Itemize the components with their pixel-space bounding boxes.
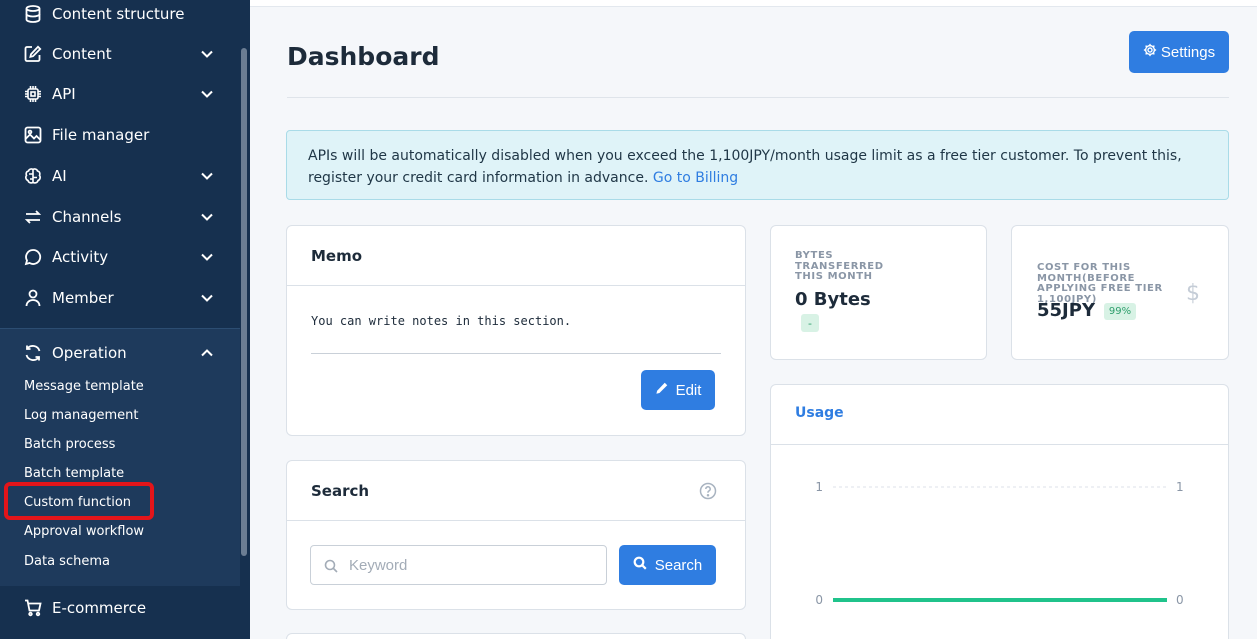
sidebar-operation-section: Operation Message template Log managemen… (0, 328, 240, 586)
sidebar-item-content-structure[interactable]: Content structure (0, 0, 240, 34)
refresh-icon (24, 344, 42, 362)
sidebar-subitem-log-management[interactable]: Log management (24, 408, 138, 423)
sidebar-item-label: E-commerce (52, 599, 147, 617)
y-tick-left-1: 1 (815, 480, 823, 494)
brain-icon (24, 167, 42, 185)
sidebar-item-label: Member (52, 289, 114, 307)
settings-button-label: Settings (1160, 43, 1216, 61)
cost-percent-badge: 99% (1104, 303, 1136, 320)
alert-text: APIs will be automatically disabled when… (308, 148, 1182, 186)
sidebar-bottom-nav: E-commerce (0, 586, 240, 639)
sidebar-item-content[interactable]: Content (0, 34, 240, 74)
chevron-down-icon (200, 47, 214, 61)
search-icon (324, 558, 338, 573)
search-button[interactable]: Search (619, 545, 716, 585)
chevron-up-icon (200, 346, 214, 360)
cost-label: COST FOR THIS MONTH(BEFORE APPLYING FREE… (1037, 262, 1163, 305)
help-icon[interactable] (699, 482, 717, 500)
memo-title: Memo (311, 247, 363, 265)
memo-card-header: Memo (287, 226, 745, 286)
memo-divider (311, 353, 721, 354)
sidebar-item-label: API (52, 85, 76, 103)
sidebar-scrollbar[interactable] (241, 48, 247, 556)
sidebar-item-ecommerce[interactable]: E-commerce (0, 588, 240, 628)
go-to-billing-link[interactable]: Go to Billing (653, 170, 738, 186)
bytes-label: BYTES TRANSFERRED THIS MONTH (795, 250, 884, 282)
chevron-down-icon (200, 210, 214, 224)
sidebar-main-nav: Content structure Content API File manag… (0, 0, 240, 328)
image-icon (24, 126, 42, 144)
chevron-down-icon (200, 250, 214, 264)
edit-button[interactable]: Edit (641, 370, 715, 410)
sidebar-item-activity[interactable]: Activity (0, 237, 240, 277)
dollar-icon: $ (1186, 281, 1200, 306)
sidebar-subitem-message-template[interactable]: Message template (24, 379, 144, 394)
edit-icon (24, 45, 42, 63)
sidebar-item-label: AI (52, 167, 67, 185)
settings-button[interactable]: Settings (1129, 31, 1229, 73)
monthly-cost-card: COST FOR THIS MONTH(BEFORE APPLYING FREE… (1011, 225, 1229, 360)
sidebar-item-member[interactable]: Member (0, 278, 240, 318)
sidebar-item-label: Activity (52, 248, 109, 266)
search-card-header: Search (287, 461, 745, 521)
usage-card: Usage 1 1 0 0 (770, 384, 1229, 639)
cost-value: 55JPY (1037, 300, 1095, 321)
sidebar-subitem-data-schema[interactable]: Data schema (24, 554, 110, 569)
gear-icon (1143, 43, 1157, 61)
sidebar-item-channels[interactable]: Channels (0, 197, 240, 237)
user-icon (24, 289, 42, 307)
sync-icon (24, 208, 42, 226)
edit-button-label: Edit (675, 381, 702, 399)
sidebar-item-label: File manager (52, 126, 150, 144)
sidebar-item-label: Operation (52, 344, 127, 362)
sidebar-subitem-batch-template[interactable]: Batch template (24, 466, 124, 481)
memo-text: You can write notes in this section. (311, 314, 572, 328)
usage-title: Usage (795, 405, 844, 421)
page-title: Dashboard (287, 42, 440, 71)
sidebar-item-operation[interactable]: Operation (0, 333, 240, 373)
title-divider (287, 97, 1229, 98)
search-title: Search (311, 482, 370, 500)
keyword-search-field[interactable] (310, 545, 607, 585)
sidebar-item-label: Content (52, 45, 112, 63)
sidebar-subitem-approval-workflow[interactable]: Approval workflow (24, 524, 144, 539)
sidebar-item-file-manager[interactable]: File manager (0, 115, 240, 155)
usage-chart: 1 1 0 0 (815, 480, 1184, 607)
chevron-down-icon (200, 87, 214, 101)
sidebar-item-api[interactable]: API (0, 74, 240, 114)
chip-icon (24, 85, 42, 103)
sidebar-item-label: Channels (52, 208, 122, 226)
sidebar-item-ai[interactable]: AI (0, 156, 240, 196)
y-tick-left-0: 0 (815, 593, 823, 607)
next-card (286, 633, 746, 639)
top-bar (250, 0, 1257, 7)
bytes-transferred-card: BYTES TRANSFERRED THIS MONTH 0 Bytes - (770, 225, 987, 360)
sidebar: Content structure Content API File manag… (0, 0, 250, 639)
sidebar-subitem-batch-process[interactable]: Batch process (24, 437, 115, 452)
bytes-change-badge: - (801, 314, 819, 332)
search-card: Search Search (286, 460, 746, 610)
bytes-value: 0 Bytes (795, 289, 871, 310)
y-tick-right-1: 1 (1176, 480, 1184, 494)
cart-icon (24, 599, 42, 617)
database-icon (24, 5, 42, 23)
chat-icon (24, 248, 42, 266)
chevron-down-icon (200, 291, 214, 305)
pencil-icon (655, 382, 668, 399)
keyword-input[interactable] (349, 546, 599, 584)
chevron-down-icon (200, 169, 214, 183)
highlight-annotation (4, 482, 154, 520)
search-icon (633, 556, 647, 574)
billing-alert: APIs will be automatically disabled when… (286, 130, 1229, 200)
y-tick-right-0: 0 (1176, 593, 1184, 607)
memo-card: Memo You can write notes in this section… (286, 225, 746, 436)
search-button-label: Search (654, 556, 703, 574)
sidebar-item-label: Content structure (52, 5, 185, 23)
